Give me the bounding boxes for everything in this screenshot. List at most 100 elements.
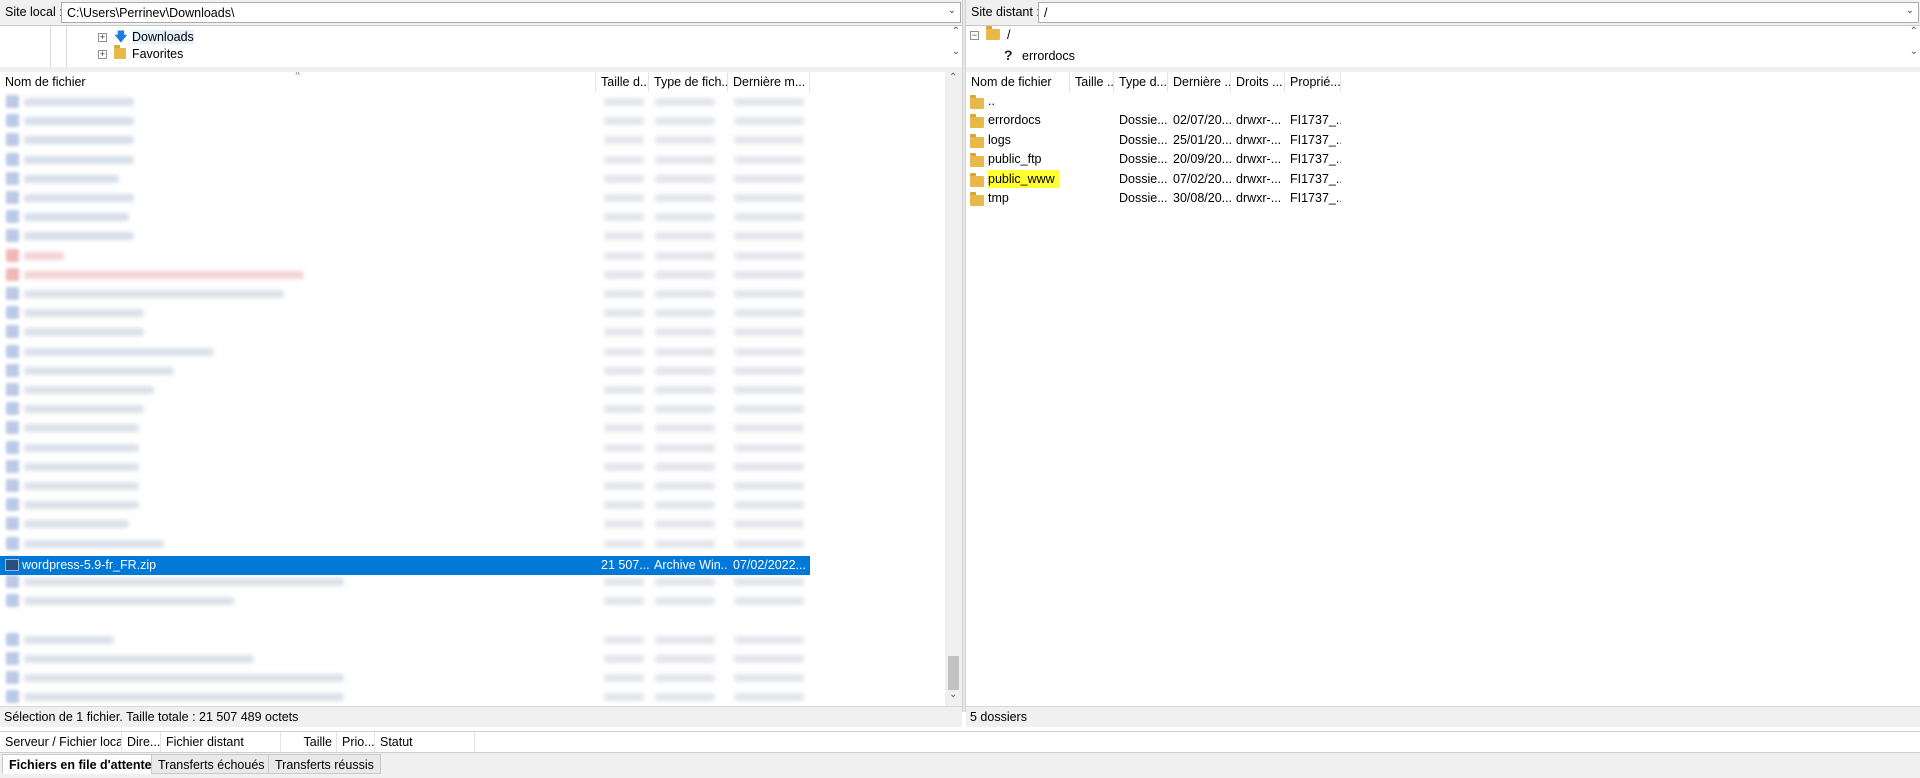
obscured-row[interactable]	[0, 457, 810, 476]
tree-node-root[interactable]: − /	[970, 26, 1010, 42]
file-permissions: drwxr-...	[1236, 152, 1282, 166]
scroll-down-icon[interactable]: ⌄	[949, 689, 957, 700]
collapse-icon[interactable]: −	[970, 31, 979, 41]
obscured-text	[655, 539, 715, 548]
obscured-text	[604, 328, 644, 337]
remote-path-combobox[interactable]: / ⌄	[1038, 2, 1919, 23]
obscured-row[interactable]	[0, 303, 810, 322]
obscured-row[interactable]	[0, 380, 810, 399]
file-icon	[6, 306, 19, 320]
obscured-text	[734, 578, 804, 586]
table-row[interactable]: logs Dossie... 25/01/20... drwxr-... FI1737_…	[966, 131, 1366, 150]
obscured-text	[734, 693, 804, 702]
tree-scroll-down-icon[interactable]: ⌄	[952, 46, 960, 57]
obscured-row[interactable]	[0, 668, 810, 687]
obscured-row[interactable]	[0, 188, 810, 207]
file-owner: FI1737_...	[1290, 113, 1341, 127]
obscured-row[interactable]	[0, 226, 810, 245]
obscured-text	[604, 578, 644, 586]
chevron-down-icon[interactable]: ⌄	[1906, 5, 1914, 16]
expand-icon[interactable]: +	[98, 50, 107, 60]
obscured-text	[734, 270, 804, 279]
queue-column-server-local[interactable]: Serveur / Fichier local	[0, 732, 122, 752]
queue-column-status[interactable]: Statut	[375, 732, 475, 752]
expand-icon[interactable]: +	[98, 33, 107, 43]
table-row[interactable]: public_www Dossie... 07/02/20... drwxr-... F…	[966, 169, 1366, 189]
tab-failed-transfers[interactable]: Transferts échoués	[151, 754, 272, 774]
obscured-text	[24, 309, 144, 318]
scroll-up-icon[interactable]: ⌃	[949, 72, 957, 83]
obscured-row[interactable]	[0, 92, 810, 111]
file-modified: 07/02/20...	[1173, 171, 1231, 186]
column-header-size[interactable]: Taille d...	[596, 72, 649, 92]
column-header-owner[interactable]: Proprié...	[1285, 72, 1341, 92]
obscured-row[interactable]	[0, 534, 810, 553]
file-icon	[6, 575, 19, 588]
obscured-row[interactable]	[0, 591, 810, 610]
obscured-row[interactable]	[0, 361, 810, 380]
queue-column-direction[interactable]: Dire...	[122, 732, 161, 752]
obscured-row[interactable]	[0, 649, 810, 668]
obscured-row[interactable]	[0, 495, 810, 514]
tree-node-favorites[interactable]: + Favorites	[98, 45, 183, 61]
obscured-text	[24, 597, 234, 606]
obscured-text	[734, 213, 804, 222]
obscured-row[interactable]	[0, 438, 810, 457]
column-header-type[interactable]: Type d...	[1114, 72, 1168, 92]
obscured-row[interactable]	[0, 322, 810, 341]
obscured-row[interactable]	[0, 265, 810, 284]
column-header-type[interactable]: Type de fich...	[649, 72, 728, 92]
obscured-row[interactable]	[0, 246, 810, 265]
obscured-row[interactable]	[0, 150, 810, 169]
table-row-parent-directory[interactable]: ..	[966, 92, 1366, 111]
table-row[interactable]: errordocs Dossie... 02/07/20... drwxr-... FI…	[966, 111, 1366, 130]
obscured-text	[655, 328, 715, 337]
obscured-text	[604, 347, 644, 356]
column-header-size[interactable]: Taille ...	[1070, 72, 1114, 92]
local-path-combobox[interactable]: C:\Users\Perrinev\Downloads\ ⌄	[61, 2, 961, 23]
obscured-row[interactable]	[0, 630, 810, 649]
obscured-row[interactable]	[0, 207, 810, 226]
obscured-text	[604, 520, 644, 529]
file-type: Dossie...	[1119, 113, 1168, 127]
table-row-selected-file[interactable]: wordpress-5.9-fr_FR.zip 21 507... Archiv…	[0, 556, 810, 575]
obscured-row[interactable]	[0, 342, 810, 361]
column-header-modified[interactable]: Dernière ...	[1168, 72, 1231, 92]
tree-node-downloads[interactable]: + 🡇 Downloads	[98, 28, 194, 49]
tab-queued-files[interactable]: Fichiers en file d'attente	[2, 754, 159, 774]
tree-scroll-up-icon[interactable]: ⌃	[1910, 26, 1918, 37]
obscured-row[interactable]	[0, 476, 810, 495]
obscured-text	[604, 462, 644, 471]
obscured-text	[655, 520, 715, 529]
tree-node-errordocs[interactable]: ? errordocs	[1004, 47, 1075, 63]
obscured-row[interactable]	[0, 130, 810, 149]
local-file-list[interactable]: Nom de fichier ˄ Taille d... Type de fic…	[0, 72, 962, 706]
local-list-scrollbar[interactable]: ⌃ ⌄	[945, 72, 962, 706]
obscured-row[interactable]	[0, 687, 810, 706]
table-row[interactable]: public_ftp Dossie... 20/09/20... drwxr-... F…	[966, 150, 1366, 169]
obscured-row[interactable]	[0, 111, 810, 130]
obscured-row[interactable]	[0, 514, 810, 533]
queue-column-remote-file[interactable]: Fichier distant	[161, 732, 281, 752]
tab-successful-transfers[interactable]: Transferts réussis	[268, 754, 381, 774]
tree-scroll-down-icon[interactable]: ⌄	[1910, 46, 1918, 57]
file-icon	[6, 421, 19, 435]
remote-file-list[interactable]: Nom de fichier Taille ... Type d... Dern…	[966, 72, 1920, 706]
table-row[interactable]: tmp Dossie... 30/08/20... drwxr-... FI1737_.…	[966, 189, 1366, 208]
obscured-row[interactable]	[0, 399, 810, 418]
obscured-text	[655, 501, 715, 510]
obscured-text	[734, 405, 804, 414]
obscured-row[interactable]	[0, 284, 810, 303]
tree-scroll-up-icon[interactable]: ⌃	[952, 26, 960, 37]
chevron-down-icon[interactable]: ⌄	[948, 5, 956, 16]
obscured-row[interactable]	[0, 169, 810, 188]
column-header-permissions[interactable]: Droits ...	[1231, 72, 1285, 92]
folder-icon	[986, 26, 1001, 40]
column-header-filename[interactable]: Nom de fichier	[966, 72, 1070, 92]
obscured-text	[604, 501, 644, 510]
obscured-row[interactable]	[0, 418, 810, 437]
scrollbar-thumb[interactable]	[948, 656, 959, 690]
column-header-modified[interactable]: Dernière m...	[728, 72, 810, 92]
queue-column-size[interactable]: Taille	[281, 732, 337, 752]
queue-column-priority[interactable]: Prio...	[337, 732, 375, 752]
